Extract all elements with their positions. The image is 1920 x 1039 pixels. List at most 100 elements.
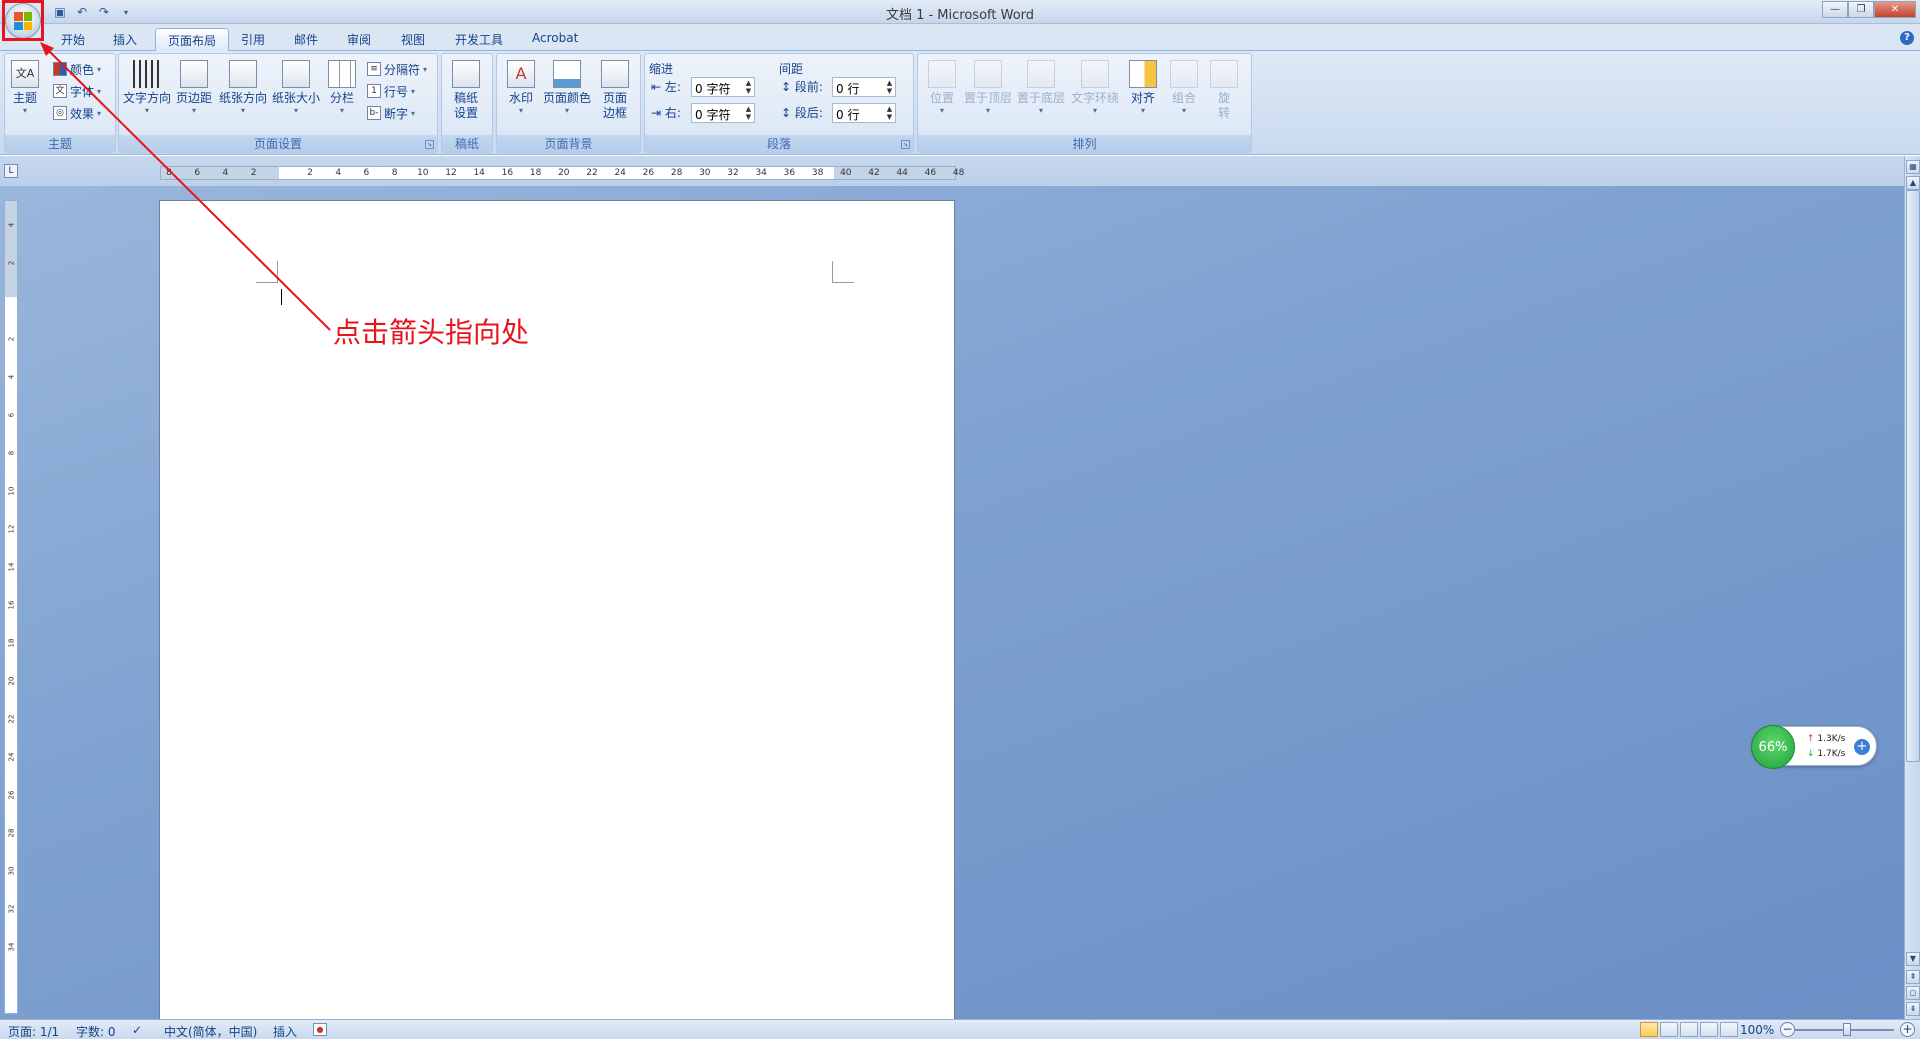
vruler-tick: 4 [7,222,16,228]
ruler-tick: 2 [307,168,313,178]
send-to-back-button[interactable]: 置于底层 ▾ [1017,60,1065,115]
indent-right-value: 0 字符 [695,108,731,122]
vruler-tick: 4 [7,374,16,380]
indent-right-icon: ⇥ [651,106,662,120]
tab-acrobat[interactable]: Acrobat [520,28,590,51]
page-borders-button[interactable]: 页面 边框 [601,60,629,121]
theme-fonts-button[interactable]: 文 字体 ▾ [53,82,101,100]
scroll-up-icon[interactable]: ▲ [1906,176,1920,190]
macro-record-icon[interactable]: ● [313,1023,327,1036]
columns-button[interactable]: 分栏 ▾ [328,60,356,115]
minimize-button[interactable]: — [1822,1,1848,18]
align-button[interactable]: 对齐 ▾ [1129,60,1157,115]
position-button[interactable]: 位置 ▾ [928,60,956,115]
zoom-in-icon[interactable]: + [1900,1022,1915,1037]
tab-view[interactable]: 视图 [389,28,437,51]
group-objects-button[interactable]: 组合 ▾ [1170,60,1198,115]
customize-qat-icon[interactable]: ▾ [118,4,134,20]
redo-icon[interactable]: ↷ [96,4,112,20]
full-screen-view-icon[interactable] [1660,1022,1678,1037]
indent-left-field[interactable]: 0 字符 ▲ ▼ [691,77,755,97]
watermark-button[interactable]: A 水印 ▾ [507,60,535,115]
vertical-scrollbar[interactable]: ▦ ▲ ▼ ⇞ ○ ⇟ [1904,156,1920,1019]
text-direction-button[interactable]: 文字方向 ▾ [123,60,171,115]
draft-settings-button[interactable]: 稿纸 设置 [452,60,480,121]
bring-to-front-button[interactable]: 置于顶层 ▾ [964,60,1012,115]
text-wrap-button[interactable]: 文字环绕 ▾ [1071,60,1119,115]
rotate-button[interactable]: 旋 转 [1210,60,1238,121]
ruler-tick: 22 [586,168,598,178]
page-setup-launcher-icon[interactable]: ↘ [425,140,434,149]
theme-fonts-label: 字体 [70,84,95,99]
breaks-icon: ≡ [367,62,381,76]
maximize-button[interactable]: ❐ [1848,1,1874,18]
status-zoom[interactable]: 100% [1740,1023,1774,1037]
tab-mailings[interactable]: 邮件 [282,28,330,51]
status-page[interactable]: 页面: 1/1 [8,1023,59,1039]
close-button[interactable]: ✕ [1874,1,1916,18]
tab-home[interactable]: 开始 [49,28,97,51]
previous-page-icon[interactable]: ⇞ [1906,970,1920,984]
status-language[interactable]: 中文(简体，中国) [164,1023,257,1039]
theme-colors-button[interactable]: 颜色 ▾ [53,60,101,78]
scroll-down-icon[interactable]: ▼ [1906,952,1920,966]
size-label: 纸张大小 [272,91,321,105]
hyphenation-button[interactable]: b- 断字 ▾ [367,104,415,122]
themes-button[interactable]: 文A 主题 ▾ [11,60,39,115]
ruler-tick: 2 [250,168,257,178]
spin-arrows-icon[interactable]: ▲ ▼ [744,79,753,95]
group-arrange: 位置 ▾ 置于顶层 ▾ 置于底层 ▾ 文字环绕 ▾ 对齐 ▾ 组合 ▾ 旋 转 … [917,53,1252,153]
tab-developer[interactable]: 开发工具 [443,28,515,51]
spin-arrows-icon[interactable]: ▲ ▼ [744,105,753,121]
page-borders-label-2: 边框 [602,106,627,120]
tab-references[interactable]: 引用 [229,28,277,51]
ruler-tick: 16 [501,168,514,178]
browse-object-icon[interactable]: ○ [1906,986,1920,1000]
next-page-icon[interactable]: ⇟ [1906,1002,1920,1016]
status-words[interactable]: 字数: 0 [76,1023,116,1039]
ribbon: 文A 主题 ▾ 颜色 ▾ 文 字体 ▾ ◎ 效果 ▾ 主题 文字方向 ▾ 页边距 ▾ [0,51,1920,155]
spacing-after-field[interactable]: 0 行 ▲ ▼ [832,103,896,123]
print-layout-view-icon[interactable] [1640,1022,1658,1037]
web-layout-view-icon[interactable] [1680,1022,1698,1037]
tab-page-layout[interactable]: 页面布局 [155,28,230,51]
page-color-button[interactable]: 页面颜色 ▾ [543,60,591,115]
zoom-slider-thumb[interactable] [1843,1023,1851,1036]
scroll-thumb[interactable] [1906,190,1920,762]
margins-button[interactable]: 页边距 ▾ [176,60,212,115]
ruler-tick: 4 [222,168,229,178]
breaks-button[interactable]: ≡ 分隔符 ▾ [367,60,427,78]
draft-view-icon[interactable] [1720,1022,1738,1037]
outline-view-icon[interactable] [1700,1022,1718,1037]
theme-effects-button[interactable]: ◎ 效果 ▾ [53,104,101,122]
vertical-ruler[interactable]: 4 2 2 4 6 8 10 12 14 16 18 20 22 24 26 28 30 32 34 [4,200,18,1014]
spin-arrows-icon[interactable]: ▲ ▼ [885,105,894,121]
align-label: 对齐 [1130,91,1155,105]
tab-insert[interactable]: 插入 [101,28,149,51]
proofing-icon[interactable]: ✓ [132,1023,142,1037]
indent-left-value: 0 字符 [695,82,731,96]
tab-review[interactable]: 审阅 [335,28,383,51]
ruler-toggle-icon[interactable]: ▦ [1906,160,1920,174]
hyphenation-label: 断字 [384,106,409,121]
paragraph-launcher-icon[interactable]: ↘ [901,140,910,149]
horizontal-ruler[interactable]: 8 6 4 2 2 4 6 8 10 12 14 16 18 20 22 24 26 28 30 32 34 36 38 40… [160,166,964,180]
orientation-button[interactable]: 纸张方向 ▾ [219,60,267,115]
ruler-tick: 10 [417,168,429,178]
zoom-out-icon[interactable]: − [1780,1022,1795,1037]
save-icon[interactable]: ▣ [52,4,68,20]
document-page[interactable] [159,200,955,1020]
size-button[interactable]: 纸张大小 ▾ [272,60,320,115]
group-label-arrange: 排列 [918,135,1251,152]
help-icon[interactable]: ? [1900,31,1914,45]
plus-icon[interactable]: + [1854,739,1870,755]
line-numbers-button[interactable]: 1 行号 ▾ [367,82,415,100]
tab-selector-icon[interactable]: L [4,164,18,178]
spin-arrows-icon[interactable]: ▲ ▼ [885,79,894,95]
status-mode[interactable]: 插入 [273,1023,297,1039]
spacing-before-field[interactable]: 0 行 ▲ ▼ [832,77,896,97]
network-speed-widget[interactable]: 66% 1.3K/s 1.7K/s + [1751,725,1877,769]
indent-right-field[interactable]: 0 字符 ▲ ▼ [691,103,755,123]
window-title: 文档 1 - Microsoft Word [885,8,1035,23]
undo-icon[interactable]: ↶ [74,4,90,20]
